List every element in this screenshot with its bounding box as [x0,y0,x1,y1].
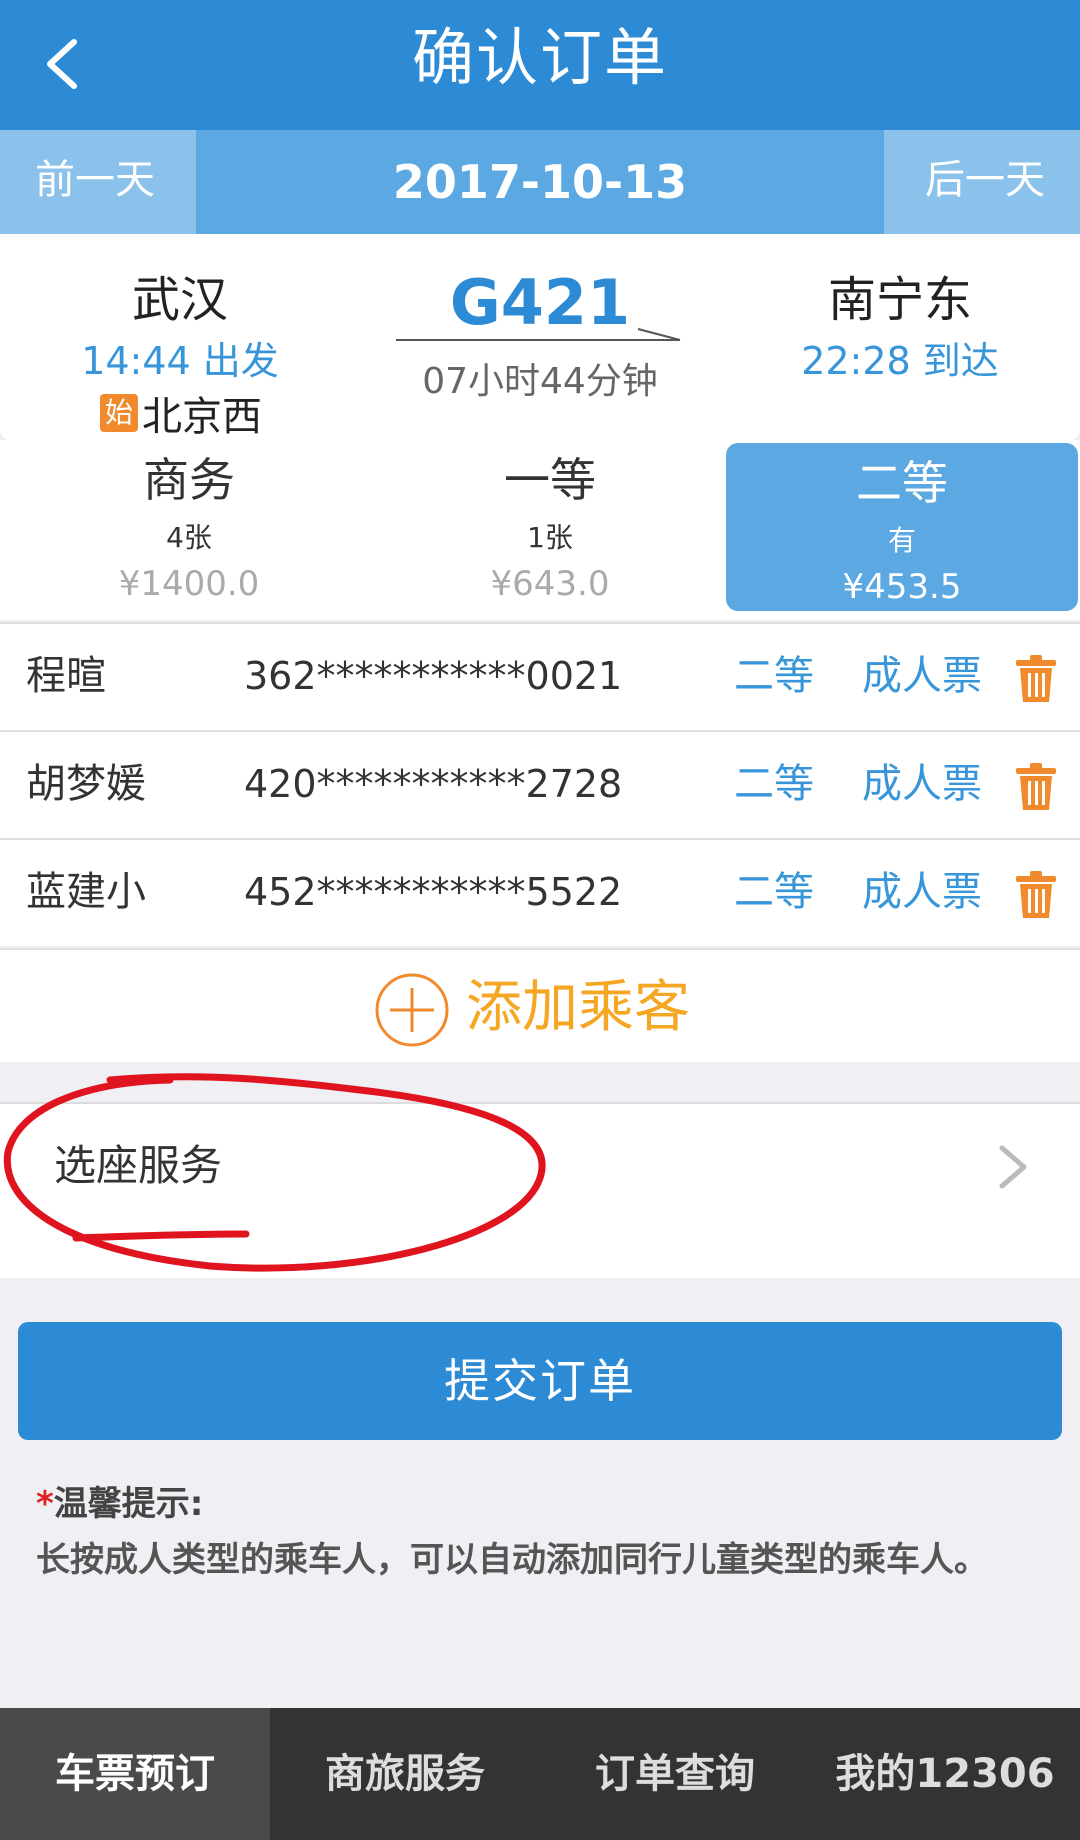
seat-class-price: ¥1400.0 [118,564,260,604]
seat-class-first[interactable]: 一等 1张 ¥643.0 [375,440,725,610]
passenger-row[interactable]: 胡梦媛 420***********2728 二等 成人票 [0,730,1080,838]
seat-class-count: 1张 [527,521,573,554]
submit-order-button[interactable]: 提交订单 [18,1322,1062,1440]
passenger-row[interactable]: 蓝建小 452***********5522 二等 成人票 [0,838,1080,946]
passenger-name: 程暄 [26,653,106,699]
seat-class-second[interactable]: 二等 有 ¥453.5 [726,443,1078,611]
tab-ticket-booking[interactable]: 车票预订 [0,1708,270,1840]
seat-class-name: 一等 [504,453,596,507]
travel-duration: 07小时44分钟 [422,361,658,402]
seat-class-price: ¥453.5 [842,567,962,607]
passenger-name: 胡梦媛 [26,761,146,807]
prev-day-button[interactable]: 前一天 [0,130,190,234]
date-bar: 前一天 2017-10-13 后一天 [0,130,1080,234]
seat-class-selector: 商务 4张 ¥1400.0 一等 1张 ¥643.0 二等 有 ¥453.5 [0,440,1080,620]
seat-class-price: ¥643.0 [490,564,610,604]
trash-icon[interactable] [1014,870,1058,920]
seat-class-count: 4张 [166,521,212,554]
route-arrow-icon [396,328,681,341]
add-passenger-label: 添加乘客 [466,975,690,1040]
passenger-ticket-type[interactable]: 成人票 [862,732,982,836]
tip-body: 长按成人类型的乘车人，可以自动添加同行儿童类型的乘车人。 [36,1540,988,1580]
passenger-seat-class[interactable]: 二等 [734,840,814,944]
page-title: 确认订单 [411,21,668,94]
departure-time: 14:44 出发 [81,339,279,383]
origin-station-name: 北京西 [142,394,262,440]
origin-station: 始 北京西 [100,384,262,442]
tab-business-travel[interactable]: 商旅服务 [270,1708,540,1840]
bottom-tab-bar: 车票预订 商旅服务 订单查询 我的12306 [0,1708,1080,1840]
annotation-circle [3,1073,546,1272]
departure-station: 武汉 [131,272,228,328]
tab-order-query[interactable]: 订单查询 [540,1708,810,1840]
seat-class-count: 有 [887,524,916,557]
passenger-id: 362***********0021 [244,654,623,698]
passenger-row[interactable]: 程暄 362***********0021 二等 成人票 [0,622,1080,730]
origin-badge: 始 [100,394,138,432]
chevron-right-icon [999,1145,1027,1189]
seat-class-name: 商务 [143,453,235,507]
tab-my-12306[interactable]: 我的12306 [810,1708,1080,1840]
arrival-time: 22:28 到达 [801,339,999,383]
passenger-name: 蓝建小 [26,869,146,915]
seat-class-business[interactable]: 商务 4张 ¥1400.0 [14,440,364,610]
arrival-station: 南宁东 [827,272,972,328]
passenger-ticket-type[interactable]: 成人票 [862,840,982,944]
passenger-seat-class[interactable]: 二等 [734,732,814,836]
tip-title-text: 温馨提示: [53,1484,204,1524]
add-circle-icon [375,973,449,1047]
seat-class-name: 二等 [856,456,948,510]
trash-icon[interactable] [1014,762,1058,812]
passenger-id: 452***********5522 [244,870,623,914]
date-display[interactable]: 2017-10-13 [196,130,884,234]
nav-header: 确认订单 [0,0,1080,130]
tip-section: *温馨提示: 长按成人类型的乘车人，可以自动添加同行儿童类型的乘车人。 [36,1476,1036,1581]
passenger-seat-class[interactable]: 二等 [734,624,814,728]
tip-title: *温馨提示: [36,1476,1036,1525]
next-day-button[interactable]: 后一天 [890,130,1080,234]
trash-icon[interactable] [1014,654,1058,704]
required-star: * [36,1484,54,1524]
passenger-id: 420***********2728 [244,762,623,806]
passenger-ticket-type[interactable]: 成人票 [862,624,982,728]
add-passenger-button[interactable]: 添加乘客 [0,948,1080,1062]
